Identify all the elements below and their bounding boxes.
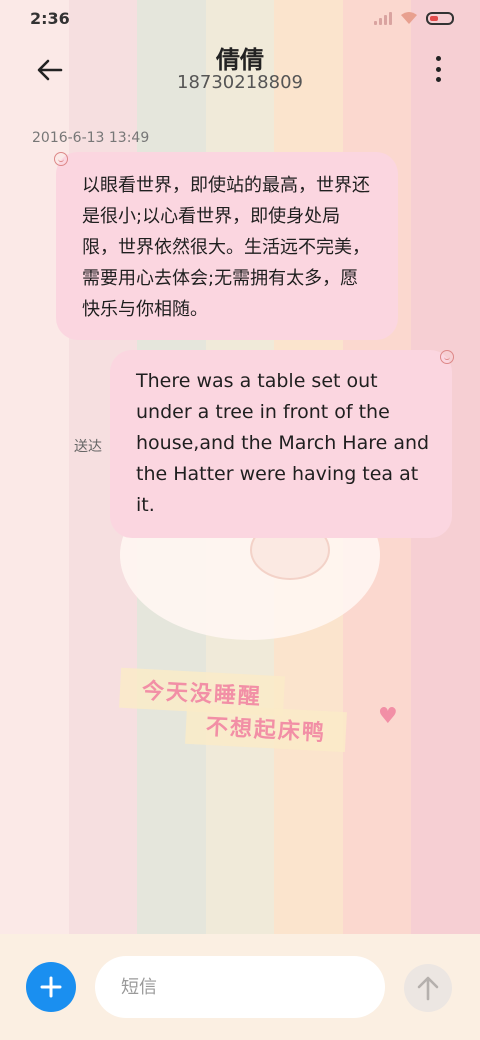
delivery-status: 送达 bbox=[74, 439, 102, 455]
more-options-button[interactable] bbox=[432, 56, 444, 82]
incoming-message-bubble[interactable]: 以眼看世界，即使站的最高，世界还是很小;以心看世界，即使身处局限，世界依然很大。… bbox=[56, 152, 398, 340]
contact-name: 倩倩 bbox=[216, 46, 264, 74]
message-composer bbox=[0, 934, 480, 1040]
send-button[interactable] bbox=[404, 964, 452, 1012]
message-text: There was a table set out under a tree i… bbox=[136, 370, 430, 516]
message-timestamp: 2016-6-13 13:49 bbox=[32, 130, 150, 146]
status-time: 2:36 bbox=[30, 9, 70, 28]
outgoing-message-bubble[interactable]: There was a table set out under a tree i… bbox=[110, 350, 452, 538]
message-text: 以眼看世界，即使站的最高，世界还是很小;以心看世界，即使身处局限，世界依然很大。… bbox=[82, 175, 370, 320]
wifi-icon bbox=[401, 12, 417, 24]
smiley-icon bbox=[440, 350, 454, 364]
heart-icon: ♥ bbox=[378, 704, 398, 729]
add-attachment-button[interactable] bbox=[26, 962, 76, 1012]
more-vertical-icon bbox=[435, 56, 441, 61]
battery-icon bbox=[426, 11, 454, 25]
wallpaper-sticker-text: 不想起床鸭 bbox=[185, 703, 347, 753]
conversation-header: 倩倩 18730218809 bbox=[0, 40, 480, 100]
sms-input[interactable] bbox=[95, 956, 385, 1018]
smiley-icon bbox=[54, 152, 68, 166]
arrow-up-icon bbox=[417, 976, 439, 1001]
status-icons bbox=[374, 11, 454, 25]
plus-icon bbox=[40, 976, 62, 998]
contact-phone: 18730218809 bbox=[177, 72, 303, 93]
signal-icon bbox=[374, 11, 392, 25]
status-bar: 2:36 bbox=[0, 0, 480, 40]
